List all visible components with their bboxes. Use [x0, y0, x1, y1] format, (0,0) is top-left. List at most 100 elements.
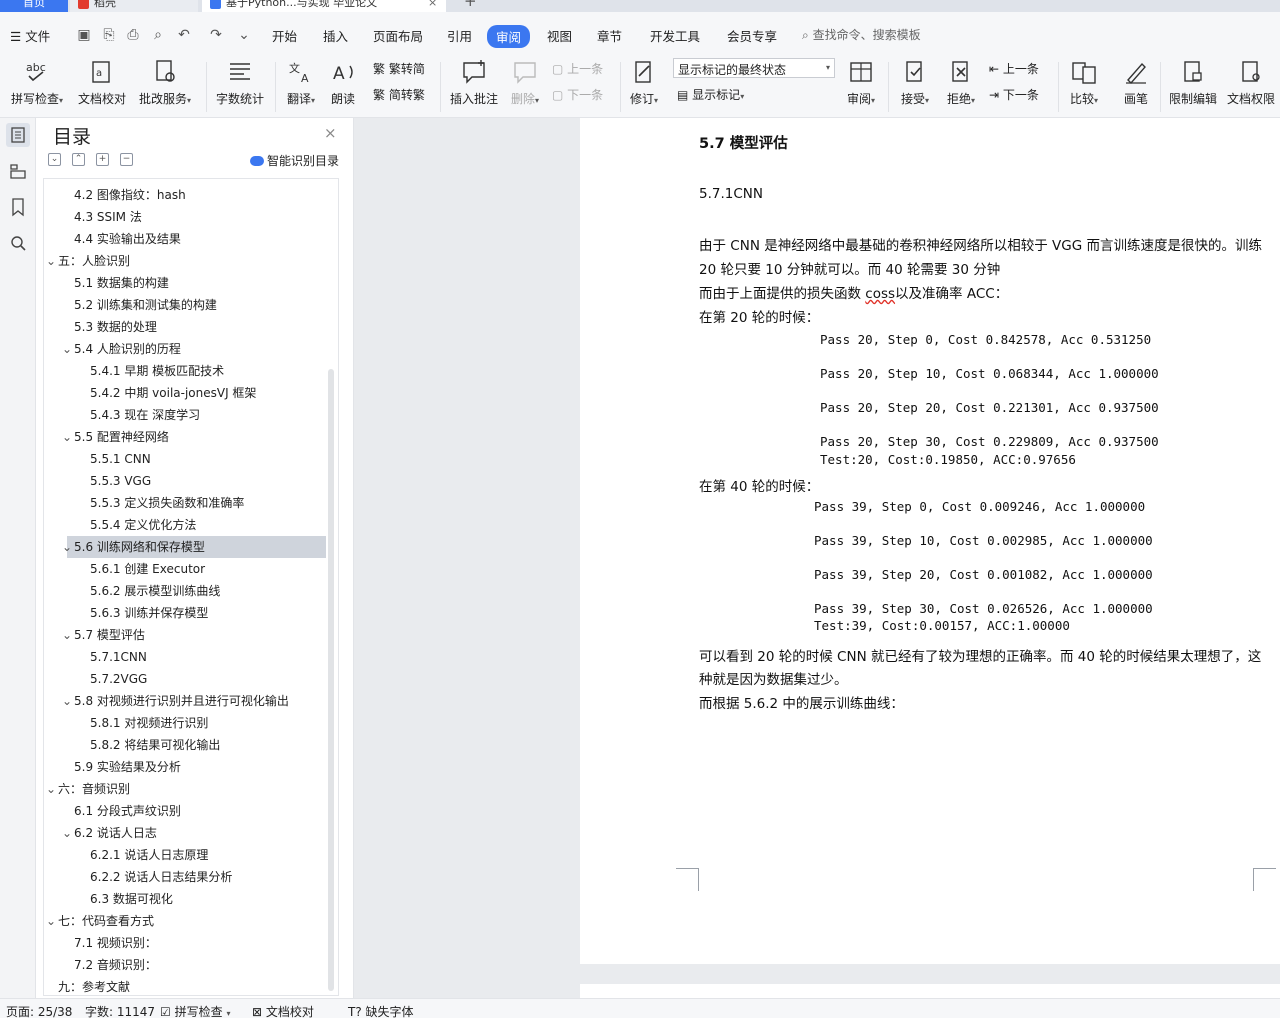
menu-member[interactable]: 会员专享	[727, 26, 777, 45]
toc-item[interactable]: 5.7.2VGG	[44, 668, 332, 690]
menu-start[interactable]: 开始	[272, 26, 297, 45]
toc-item[interactable]: 5.4.3 现在 深度学习	[44, 404, 332, 426]
markup-state-dropdown[interactable]: 显示标记的最终状态 ▾	[673, 58, 835, 78]
toc-item[interactable]: 5.4.2 中期 voila-jonesVJ 框架	[44, 382, 332, 404]
tab-close-icon[interactable]: ×	[428, 0, 437, 12]
toc-item[interactable]: 5.2 训练集和测试集的构建	[44, 294, 332, 316]
chevron-down-icon[interactable]: ⌄	[62, 536, 72, 558]
toc-item[interactable]: ⌄ 5.8 对视频进行识别并且进行可视化输出	[44, 690, 332, 712]
pen-button[interactable]: 画笔	[1118, 56, 1154, 107]
compare-button[interactable]: 比较▾	[1064, 56, 1104, 107]
toc-item[interactable]: 5.5.3 定义损失函数和准确率	[44, 492, 332, 514]
redo-icon[interactable]: ↷	[208, 27, 224, 43]
toc-item[interactable]: 5.8.2 将结果可视化输出	[44, 734, 332, 756]
review-pane-button[interactable]: 审阅▾	[842, 56, 880, 107]
menu-review[interactable]: 审阅	[487, 25, 531, 48]
chevron-down-icon[interactable]: ⌄	[62, 426, 72, 448]
toc-item[interactable]: 5.6.3 训练并保存模型	[44, 602, 332, 624]
misspelled-word[interactable]: coss	[865, 286, 895, 302]
chevron-down-icon[interactable]: ⌄	[46, 778, 56, 800]
menu-chapter[interactable]: 章节	[597, 26, 622, 45]
toc-item[interactable]: ⌄ 5.7 模型评估	[44, 624, 332, 646]
file-menu[interactable]: ☰ 文件	[10, 26, 50, 45]
restrict-editing-button[interactable]: 限制编辑	[1166, 56, 1220, 107]
chevron-down-icon[interactable]: ⌄	[46, 910, 56, 932]
toc-item[interactable]: 5.5.3 VGG	[44, 470, 332, 492]
toc-item[interactable]: 5.4.1 早期 模板匹配技术	[44, 360, 332, 382]
export-pdf-icon[interactable]: ⎘	[101, 27, 117, 43]
previous-comment-button[interactable]: ▢ 上一条	[552, 60, 603, 77]
toc-item[interactable]: 5.6.2 展示模型训练曲线	[44, 580, 332, 602]
toc-item[interactable]: 5.5.4 定义优化方法	[44, 514, 332, 536]
toc-item[interactable]: 5.3 数据的处理	[44, 316, 332, 338]
word-count-indicator[interactable]: 字数: 11147	[85, 1003, 155, 1018]
scrollbar[interactable]	[328, 369, 334, 991]
delete-comment-button[interactable]: 删除▾	[506, 56, 544, 107]
chevron-down-icon[interactable]: ⌄	[46, 250, 56, 272]
menu-references[interactable]: 引用	[447, 26, 472, 45]
word-count-button[interactable]: 字数统计	[214, 56, 266, 107]
toc-icon[interactable]	[6, 123, 30, 147]
print-icon[interactable]: ⎙	[125, 27, 141, 43]
toc-item[interactable]: 5.5.1 CNN	[44, 448, 332, 470]
chevron-down-icon[interactable]: ⌄	[62, 338, 72, 360]
toc-item[interactable]: 5.8.1 对视频进行识别	[44, 712, 332, 734]
save-icon[interactable]: ▣	[76, 27, 92, 43]
toc-item[interactable]: 4.3 SSIM 法	[44, 206, 332, 228]
menu-developer[interactable]: 开发工具	[650, 26, 700, 45]
toc-item[interactable]: ⌄ 五：人脸识别	[44, 250, 332, 272]
toc-item[interactable]: 7.1 视频识别：	[44, 932, 332, 954]
toc-item[interactable]: 5.9 实验结果及分析	[44, 756, 332, 778]
chevron-down-icon[interactable]: ⌄	[62, 690, 72, 712]
show-markup-button[interactable]: ▤ 显示标记▾	[677, 86, 744, 103]
reject-button[interactable]: 拒绝▾	[942, 56, 980, 107]
bookmark-icon[interactable]	[6, 195, 30, 219]
toc-item[interactable]: ⌄ 七：代码查看方式	[44, 910, 332, 932]
toc-item[interactable]: ⌄ 5.6 训练网络和保存模型	[62, 536, 326, 558]
missing-font-indicator[interactable]: T? 缺失字体	[348, 1003, 414, 1018]
status-spell-check[interactable]: ☑ 拼写检查 ▾	[160, 1003, 230, 1018]
translate-button[interactable]: 文A 翻译▾	[282, 56, 320, 107]
simp-to-trad-button[interactable]: 繁 简转繁	[373, 86, 425, 103]
correction-service-button[interactable]: 批改服务▾	[136, 56, 194, 107]
spell-check-button[interactable]: abc 拼写检查▾	[8, 56, 66, 107]
smart-toc-button[interactable]: 智能识别目录	[250, 152, 339, 169]
status-proofread[interactable]: ⊠ 文档校对	[252, 1003, 314, 1018]
toc-item[interactable]: 6.2.2 说话人日志结果分析	[44, 866, 332, 888]
menu-view[interactable]: 视图	[547, 26, 572, 45]
toc-item[interactable]: ⌄ 5.4 人脸识别的历程	[44, 338, 332, 360]
plus-icon[interactable]: +	[96, 153, 109, 166]
toc-item[interactable]: 6.3 数据可视化	[44, 888, 332, 910]
page-indicator[interactable]: 页面: 25/38	[6, 1003, 72, 1018]
chevron-down-icon[interactable]: ⌄	[62, 624, 72, 646]
close-icon[interactable]: ×	[324, 124, 337, 142]
expand-all-icon[interactable]: ⌄	[48, 153, 61, 166]
collapse-all-icon[interactable]: ⌃	[72, 153, 85, 166]
undo-icon[interactable]: ↶	[176, 27, 192, 43]
chapter-nav-icon[interactable]	[6, 159, 30, 183]
toc-item[interactable]: 4.4 实验输出及结果	[44, 228, 332, 250]
next-change-button[interactable]: ⇥ 下一条	[989, 86, 1039, 103]
insert-comment-button[interactable]: 插入批注	[448, 56, 500, 107]
toc-item[interactable]: 5.6.1 创建 Executor	[44, 558, 332, 580]
quick-access-more-icon[interactable]: ⌄	[236, 27, 252, 43]
tab-home[interactable]: 首页	[0, 0, 68, 12]
accept-button[interactable]: 接受▾	[896, 56, 934, 107]
tab-document[interactable]: 基于Python...与实现 毕业论文 ×	[202, 0, 446, 12]
toc-item[interactable]: 7.2 音频识别：	[44, 954, 332, 976]
toc-item[interactable]: ⌄ 5.5 配置神经网络	[44, 426, 332, 448]
chevron-down-icon[interactable]: ⌄	[62, 822, 72, 844]
toc-item[interactable]: 6.1 分段式声纹识别	[44, 800, 332, 822]
toc-item[interactable]: 6.2.1 说话人日志原理	[44, 844, 332, 866]
menu-insert[interactable]: 插入	[323, 26, 348, 45]
toc-item[interactable]: 九：参考文献	[44, 976, 332, 995]
previous-change-button[interactable]: ⇤ 上一条	[989, 60, 1039, 77]
toc-item[interactable]: 5.1 数据集的构建	[44, 272, 332, 294]
toc-item[interactable]: 4.2 图像指纹：hash	[44, 184, 332, 206]
next-comment-button[interactable]: ▢ 下一条	[552, 86, 603, 103]
print-preview-icon[interactable]: ⌕	[150, 27, 166, 43]
toc-item[interactable]: ⌄ 六：音频识别	[44, 778, 332, 800]
toc-item[interactable]: 5.7.1CNN	[44, 646, 332, 668]
document-proofread-button[interactable]: a 文档校对	[76, 56, 128, 107]
read-aloud-button[interactable]: A 朗读	[326, 56, 360, 107]
